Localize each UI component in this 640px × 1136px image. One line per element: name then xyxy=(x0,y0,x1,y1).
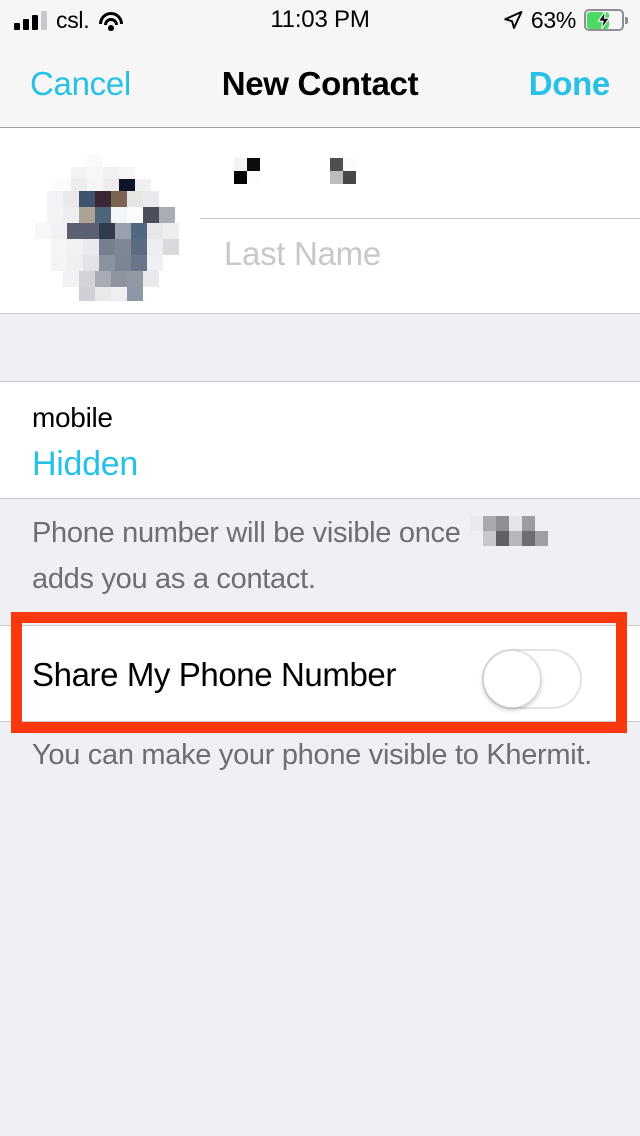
toggle-knob xyxy=(483,650,541,708)
name-fields-group: Last Name xyxy=(200,128,640,313)
status-bar-right: 63% xyxy=(503,0,628,40)
phone-label: mobile xyxy=(32,402,113,433)
first-name-redacted-pixels xyxy=(224,158,384,190)
last-name-placeholder: Last Name xyxy=(224,235,381,272)
location-arrow-icon xyxy=(503,10,523,30)
done-button[interactable]: Done xyxy=(529,40,611,127)
share-phone-number-label: Share My Phone Number xyxy=(32,656,396,693)
contact-header-section: Last Name xyxy=(0,128,640,313)
phone-footnote-after: adds you as a contact. xyxy=(32,563,316,595)
navigation-bar: Cancel New Contact Done xyxy=(0,40,640,128)
contact-photo-button[interactable] xyxy=(35,155,181,301)
battery-percent-label: 63% xyxy=(530,6,576,33)
iphone-screen: csl. 11:03 PM 63% Cancel New Contact Don… xyxy=(0,0,640,1136)
phone-visibility-footnote: Phone number will be visible once adds y… xyxy=(0,512,640,600)
last-name-field[interactable]: Last Name xyxy=(200,219,640,289)
battery-charging-icon xyxy=(584,9,628,31)
phone-footnote-before: Phone number will be visible once xyxy=(32,517,461,549)
section-gap xyxy=(0,313,640,382)
contact-name-redacted-pixels xyxy=(470,516,549,558)
first-name-field[interactable] xyxy=(200,152,640,218)
contact-photo-redacted-pixels xyxy=(35,155,181,301)
share-phone-number-toggle[interactable] xyxy=(482,649,582,709)
share-phone-number-row[interactable]: Share My Phone Number xyxy=(0,625,640,722)
status-bar: csl. 11:03 PM 63% xyxy=(0,0,640,40)
phone-row[interactable]: mobile Hidden xyxy=(0,382,640,499)
share-phone-number-footnote: You can make your phone visible to Kherm… xyxy=(32,739,592,771)
phone-value[interactable]: Hidden xyxy=(32,445,138,484)
